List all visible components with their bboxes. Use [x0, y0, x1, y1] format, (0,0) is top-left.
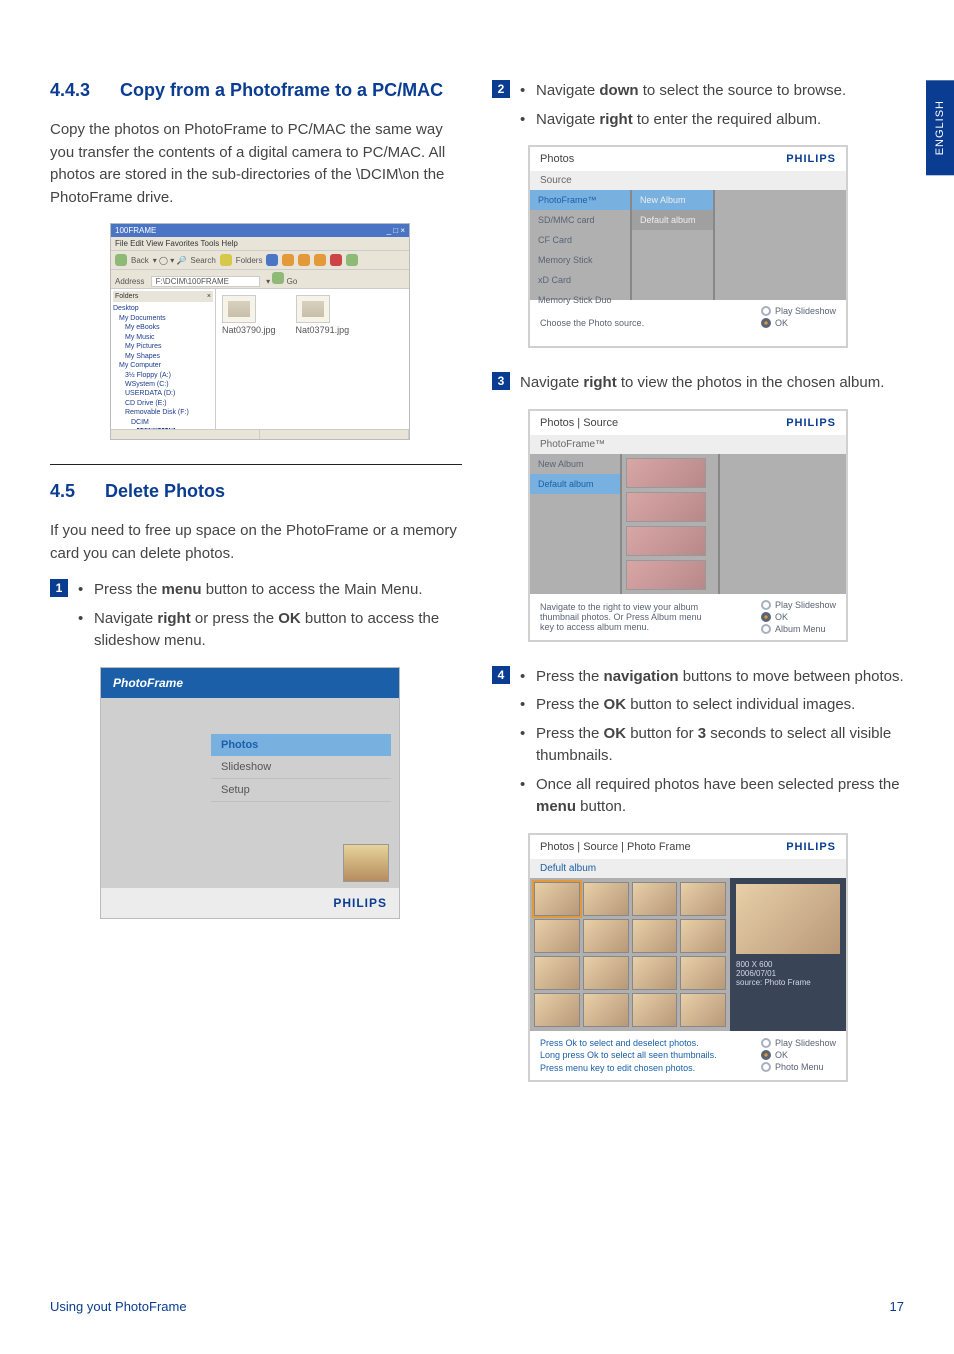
- photo-thumb: [680, 882, 726, 916]
- photo-thumb: [632, 919, 678, 953]
- left-column: 4.4.3 Copy from a Photoframe to a PC/MAC…: [50, 80, 462, 1106]
- tool-icon: [298, 254, 310, 266]
- views-icon: [266, 254, 278, 266]
- photo-thumb-selected: [534, 882, 580, 916]
- source-select-screenshot: PhotosPHILIPS Source PhotoFrame™ SD/MMC …: [528, 145, 848, 348]
- source-item: SD/MMC card: [530, 210, 630, 230]
- explorer-address: Address F:\DCIM\100FRAME ▾ Go: [111, 270, 409, 289]
- go-icon: [272, 272, 284, 284]
- album-thumb: [626, 458, 706, 488]
- page-number: 17: [890, 1299, 904, 1314]
- page-footer: Using yout PhotoFrame 17: [50, 1299, 904, 1314]
- step-4-bullet: Press the OK button to select individual…: [520, 694, 904, 717]
- photo-thumb: [583, 882, 629, 916]
- explorer-menubar: File Edit View Favorites Tools Help: [111, 237, 409, 250]
- photo-preview: [736, 884, 840, 954]
- photo-thumb: [534, 956, 580, 990]
- menu-item-photos: Photos: [211, 734, 391, 756]
- photo-thumb: [583, 993, 629, 1027]
- philips-logo: PHILIPS: [101, 888, 399, 918]
- step-1-bullet: Press the menu button to access the Main…: [78, 579, 462, 602]
- album-thumb: [626, 560, 706, 590]
- source-item: Memory Stick Duo: [530, 290, 630, 310]
- ring-icon: [761, 624, 771, 634]
- step-4-badge: 4: [492, 666, 510, 684]
- album-thumb: [626, 492, 706, 522]
- step-4-bullet: Press the OK button for 3 seconds to sel…: [520, 723, 904, 768]
- philips-logo: PHILIPS: [786, 841, 836, 853]
- album-item: Default album: [632, 210, 713, 230]
- footer-left: Using yout PhotoFrame: [50, 1299, 187, 1314]
- ok-ring-icon: [761, 612, 771, 622]
- explorer-screenshot: 100FRAME_ □ × File Edit View Favorites T…: [110, 223, 410, 440]
- source-item: Memory Stick: [530, 250, 630, 270]
- step-1-badge: 1: [50, 579, 68, 597]
- tool-icon: [346, 254, 358, 266]
- photo-thumb: [534, 919, 580, 953]
- explorer-toolbar: Back ▾ ◯ ▾ 🔎 Search Folders: [111, 250, 409, 270]
- explorer-content: Nat03790.jpg Nat03791.jpg: [216, 289, 409, 429]
- section-45-heading: 4.5 Delete Photos: [50, 481, 462, 502]
- source-item: xD Card: [530, 270, 630, 290]
- photo-thumb: [680, 919, 726, 953]
- explorer-tree: Folders× Desktop My Documents My eBooks …: [111, 289, 216, 429]
- album-item-selected: Default album: [530, 474, 620, 494]
- menu-item-setup: Setup: [211, 779, 391, 802]
- photo-thumb: [583, 956, 629, 990]
- album-item: New Album: [632, 190, 713, 210]
- page-columns: 4.4.3 Copy from a Photoframe to a PC/MAC…: [50, 80, 904, 1106]
- tool-icon: [314, 254, 326, 266]
- preview-photo-icon: [343, 844, 389, 882]
- philips-logo: PHILIPS: [786, 153, 836, 165]
- step-2-badge: 2: [492, 80, 510, 98]
- step-4-bullet: Press the navigation buttons to move bet…: [520, 666, 904, 689]
- ring-icon: [761, 1062, 771, 1072]
- tool-icon: [282, 254, 294, 266]
- photo-thumb: [680, 993, 726, 1027]
- source-item: PhotoFrame™: [530, 190, 630, 210]
- delete-icon: [330, 254, 342, 266]
- philips-logo: PHILIPS: [786, 417, 836, 429]
- section-443-intro: Copy the photos on PhotoFrame to PC/MAC …: [50, 119, 462, 209]
- ring-icon: [761, 306, 771, 316]
- photo-thumb: [632, 882, 678, 916]
- file-thumb: Nat03791.jpg: [296, 295, 350, 423]
- photo-grid-screenshot: Photos | Source | Photo FramePHILIPS Def…: [528, 833, 848, 1083]
- step-3-badge: 3: [492, 372, 510, 390]
- back-icon: [115, 254, 127, 266]
- file-thumb: Nat03790.jpg: [222, 295, 276, 423]
- photo-thumb: [632, 956, 678, 990]
- ring-icon: [761, 600, 771, 610]
- explorer-titlebar: 100FRAME_ □ ×: [111, 224, 409, 237]
- ok-ring-icon: [761, 318, 771, 328]
- step-4-bullet: Once all required photos have been selec…: [520, 774, 904, 819]
- folders-icon: [220, 254, 232, 266]
- step-3-text: Navigate right to view the photos in the…: [520, 372, 904, 395]
- language-tab: ENGLISH: [926, 80, 954, 175]
- pf-title: PhotoFrame: [101, 668, 399, 698]
- ok-ring-icon: [761, 1050, 771, 1060]
- section-443-heading: 4.4.3 Copy from a Photoframe to a PC/MAC: [50, 80, 462, 101]
- section-45-intro: If you need to free up space on the Phot…: [50, 520, 462, 565]
- right-column: 2 Navigate down to select the source to …: [492, 80, 904, 1106]
- album-item: New Album: [530, 454, 620, 474]
- photo-thumb: [534, 993, 580, 1027]
- album-thumb: [626, 526, 706, 556]
- source-item: CF Card: [530, 230, 630, 250]
- photo-thumb: [583, 919, 629, 953]
- step-1-bullet: Navigate right or press the OK button to…: [78, 608, 462, 653]
- menu-item-slideshow: Slideshow: [211, 756, 391, 779]
- step-2-bullet: Navigate down to select the source to br…: [520, 80, 904, 103]
- photoframe-menu-screenshot: PhotoFrame Photos Slideshow Setup PHILIP…: [100, 667, 400, 919]
- album-view-screenshot: Photos | SourcePHILIPS PhotoFrame™ New A…: [528, 409, 848, 642]
- photo-thumb: [632, 993, 678, 1027]
- ring-icon: [761, 1038, 771, 1048]
- step-2-bullet: Navigate right to enter the required alb…: [520, 109, 904, 132]
- photo-thumb: [680, 956, 726, 990]
